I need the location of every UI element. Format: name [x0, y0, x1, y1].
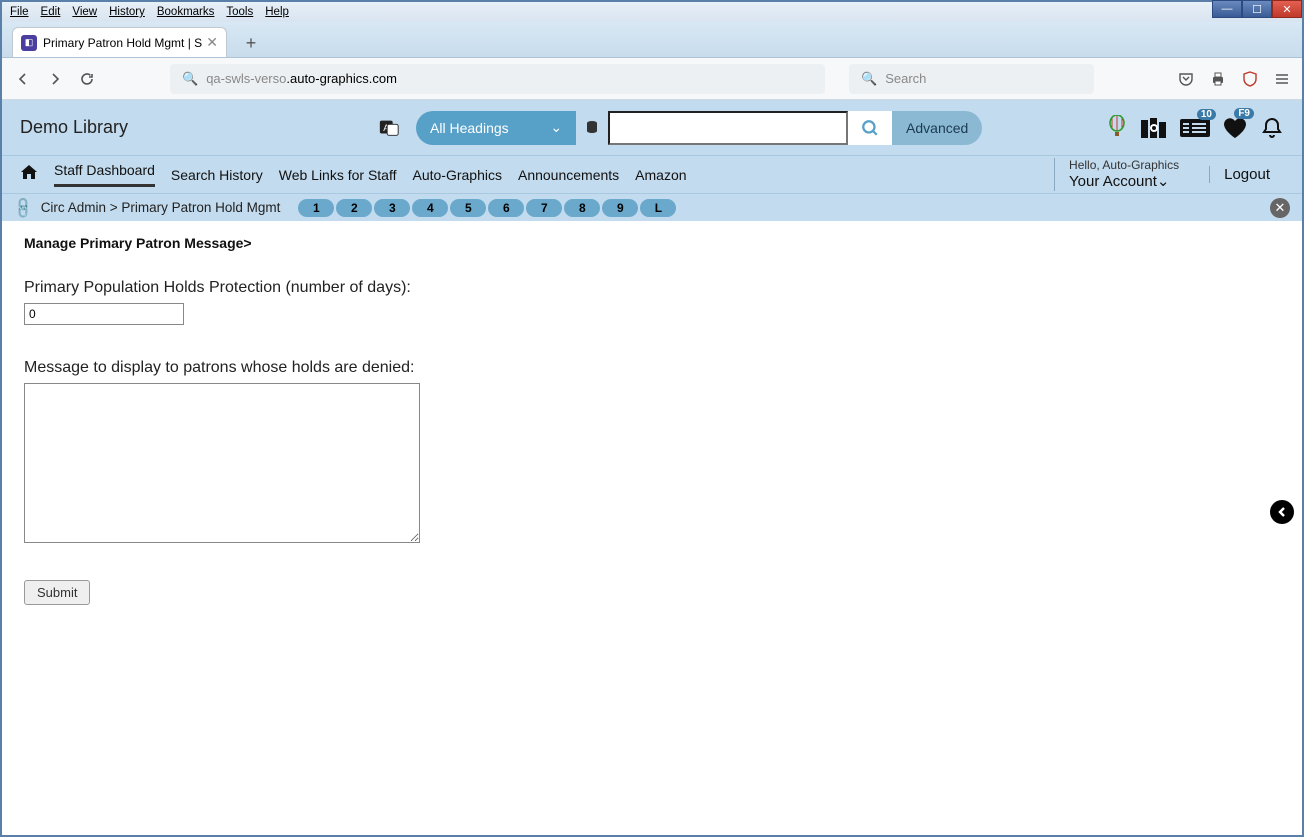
- history-pill-9[interactable]: 9: [602, 199, 638, 217]
- favicon-icon: ◧: [21, 35, 37, 51]
- database-icon[interactable]: [576, 111, 608, 145]
- tab-close-icon[interactable]: ✕: [206, 34, 218, 51]
- language-icon[interactable]: A: [378, 117, 400, 139]
- window-controls: — ☐ ✕: [1212, 0, 1302, 18]
- heart-icon[interactable]: F9: [1222, 116, 1248, 140]
- chevron-down-icon: ⌄: [550, 119, 562, 136]
- history-pill-3[interactable]: 3: [374, 199, 410, 217]
- headings-label: All Headings: [430, 120, 509, 136]
- reserves-icon[interactable]: [1140, 116, 1168, 140]
- home-icon[interactable]: [20, 163, 38, 186]
- chevron-down-icon: ⌄: [1157, 173, 1170, 190]
- library-header: Demo Library A All Headings ⌄ Advanced 1…: [2, 100, 1302, 155]
- address-bar[interactable]: 🔍 qa-swls-verso.auto-graphics.com: [170, 64, 825, 94]
- reload-button[interactable]: [78, 70, 96, 88]
- url-domain: .auto-graphics.com: [286, 71, 397, 86]
- nav-staff-dashboard[interactable]: Staff Dashboard: [54, 162, 155, 187]
- collapse-chevron-icon[interactable]: [1270, 500, 1294, 524]
- breadcrumb-row: 🔗 Circ Admin > Primary Patron Hold Mgmt …: [2, 193, 1302, 221]
- search-icon: 🔍: [861, 71, 877, 87]
- history-pill-4[interactable]: 4: [412, 199, 448, 217]
- browser-toolbar: 🔍 qa-swls-verso.auto-graphics.com 🔍 Sear…: [2, 58, 1302, 100]
- breadcrumb[interactable]: Circ Admin > Primary Patron Hold Mgmt: [41, 200, 281, 215]
- nav-announcements[interactable]: Announcements: [518, 167, 619, 183]
- browser-tab[interactable]: ◧ Primary Patron Hold Mgmt | SW ✕: [12, 27, 227, 57]
- maximize-button[interactable]: ☐: [1242, 0, 1272, 18]
- history-pill-L[interactable]: L: [640, 199, 676, 217]
- menu-help[interactable]: Help: [265, 6, 289, 18]
- days-input[interactable]: [24, 303, 184, 325]
- history-pill-2[interactable]: 2: [336, 199, 372, 217]
- forward-button[interactable]: [46, 70, 64, 88]
- history-pill-5[interactable]: 5: [450, 199, 486, 217]
- link-icon: 🔗: [10, 195, 36, 221]
- search-icon: 🔍: [182, 71, 198, 87]
- days-label: Primary Population Holds Protection (num…: [24, 279, 1280, 297]
- library-search-input[interactable]: [608, 111, 848, 145]
- advanced-search-button[interactable]: Advanced: [892, 111, 982, 145]
- hamburger-icon[interactable]: [1274, 71, 1290, 87]
- list-icon[interactable]: 10: [1180, 117, 1210, 139]
- nav-search-history[interactable]: Search History: [171, 167, 263, 183]
- bell-icon[interactable]: [1260, 116, 1284, 140]
- history-pill-1[interactable]: 1: [298, 199, 334, 217]
- nav-web-links[interactable]: Web Links for Staff: [279, 167, 397, 183]
- search-submit-icon[interactable]: [848, 111, 892, 145]
- main-nav: Staff Dashboard Search History Web Links…: [2, 155, 1302, 193]
- menu-view[interactable]: View: [72, 6, 97, 18]
- history-pills: 1 2 3 4 5 6 7 8 9 L: [298, 199, 676, 217]
- page-title: Manage Primary Patron Message>: [24, 235, 1280, 251]
- browser-menubar: File Edit View History Bookmarks Tools H…: [2, 2, 1302, 22]
- browser-search-placeholder: Search: [885, 71, 926, 86]
- browser-tabstrip: ◧ Primary Patron Hold Mgmt | SW ✕ +: [2, 22, 1302, 58]
- list-badge: 10: [1197, 109, 1216, 120]
- favorites-badge: F9: [1234, 108, 1254, 119]
- your-account-label: Your Account: [1069, 173, 1157, 190]
- nav-amazon[interactable]: Amazon: [635, 167, 686, 183]
- balloon-icon[interactable]: [1106, 115, 1128, 141]
- library-name: Demo Library: [20, 117, 128, 138]
- tab-title: Primary Patron Hold Mgmt | SW: [43, 36, 202, 50]
- menu-edit[interactable]: Edit: [41, 6, 61, 18]
- url-prefix: qa-swls-verso: [206, 71, 286, 86]
- back-button[interactable]: [14, 70, 32, 88]
- nav-auto-graphics[interactable]: Auto-Graphics: [413, 167, 502, 183]
- history-pill-7[interactable]: 7: [526, 199, 562, 217]
- menu-file[interactable]: File: [10, 6, 29, 18]
- shield-icon[interactable]: [1242, 71, 1258, 87]
- browser-search-box[interactable]: 🔍 Search: [849, 64, 1094, 94]
- minimize-button[interactable]: —: [1212, 0, 1242, 18]
- message-textarea[interactable]: [24, 383, 420, 543]
- new-tab-button[interactable]: +: [237, 29, 265, 57]
- menu-history[interactable]: History: [109, 6, 145, 18]
- submit-button[interactable]: Submit: [24, 580, 90, 605]
- menu-tools[interactable]: Tools: [226, 6, 253, 18]
- logout-link[interactable]: Logout: [1209, 166, 1284, 183]
- history-pill-8[interactable]: 8: [564, 199, 600, 217]
- history-pill-6[interactable]: 6: [488, 199, 524, 217]
- close-icon[interactable]: ✕: [1270, 198, 1290, 218]
- hello-text: Hello, Auto-Graphics: [1069, 158, 1179, 172]
- headings-dropdown[interactable]: All Headings ⌄: [416, 111, 576, 145]
- print-icon[interactable]: [1210, 71, 1226, 87]
- pocket-icon[interactable]: [1178, 71, 1194, 87]
- page-content: Manage Primary Patron Message> Primary P…: [2, 221, 1302, 619]
- message-label: Message to display to patrons whose hold…: [24, 359, 1280, 377]
- account-section[interactable]: Hello, Auto-Graphics Your Account⌄: [1054, 158, 1193, 190]
- window-close-button[interactable]: ✕: [1272, 0, 1302, 18]
- menu-bookmarks[interactable]: Bookmarks: [157, 6, 215, 18]
